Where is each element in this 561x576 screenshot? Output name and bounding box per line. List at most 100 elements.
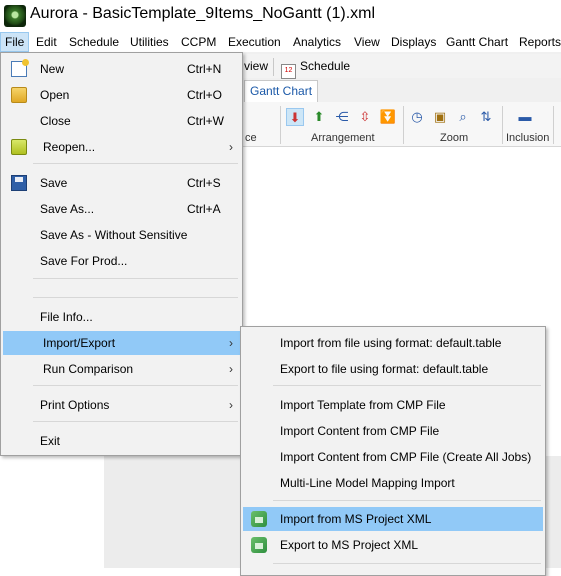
menu-item-label: File Info... xyxy=(40,310,93,324)
chevron-right-icon: › xyxy=(229,336,233,350)
file-menu-open[interactable]: Open Ctrl+O xyxy=(3,83,240,107)
group-label-inclusion: Inclusion xyxy=(506,132,550,144)
group-separator xyxy=(403,106,404,144)
group-label-ce: ce xyxy=(245,132,257,144)
file-menu-file-info[interactable]: File Info... xyxy=(3,305,240,329)
reopen-folder-icon xyxy=(11,139,27,155)
menu-item-label: Close xyxy=(40,114,71,128)
menu-item-shortcut: Ctrl+S xyxy=(187,176,221,190)
file-menu-print-options[interactable]: Print Options › xyxy=(3,393,240,417)
schedule-button[interactable]: 12 Schedule xyxy=(281,56,351,79)
menu-item-label: Save As - Without Sensitive xyxy=(40,228,188,242)
menu-item-label: Reopen... xyxy=(43,140,96,154)
tab-gantt-chart[interactable]: Gantt Chart xyxy=(244,80,319,102)
menu-gantt-chart[interactable]: Gantt Chart xyxy=(442,32,512,52)
menu-item-label: Export to MS Project XML xyxy=(280,538,419,552)
menu-item-label: Save xyxy=(40,176,68,190)
menu-view[interactable]: View xyxy=(350,32,384,52)
file-menu-new[interactable]: New Ctrl+N xyxy=(3,57,240,81)
file-menu-close[interactable]: Close Ctrl+W xyxy=(3,109,240,133)
menu-separator xyxy=(273,500,541,501)
menu-edit[interactable]: Edit xyxy=(32,32,61,52)
indent-tree-icon[interactable]: ⋲ xyxy=(333,108,351,126)
file-menu-save-for-prod[interactable]: Save For Prod... xyxy=(3,249,240,273)
menu-item-label: Import Content from CMP File (Create All… xyxy=(280,450,532,464)
menu-item-label: Import Template from CMP File xyxy=(280,398,446,412)
move-down-icon[interactable]: ⬇ xyxy=(286,108,304,126)
menu-schedule[interactable]: Schedule xyxy=(65,32,123,52)
menu-ccpm[interactable]: CCPM xyxy=(177,32,220,52)
window-title: Aurora - BasicTemplate_9Items_NoGantt (1… xyxy=(30,5,376,22)
schedule-label: Schedule xyxy=(300,59,351,73)
menu-item-label: Import Content from CMP File xyxy=(280,424,440,438)
file-menu-save-as-without-sensitive[interactable]: Save As - Without Sensitive xyxy=(3,223,240,247)
zoom-fit-icon[interactable]: ▣ xyxy=(431,108,449,126)
chevron-right-icon: › xyxy=(229,362,233,376)
menu-item-shortcut: Ctrl+W xyxy=(187,114,224,128)
submenu-export-default-table[interactable]: Export to file using format: default.tab… xyxy=(243,357,543,381)
group-separator xyxy=(553,106,554,144)
menu-displays[interactable]: Displays xyxy=(387,32,440,52)
menu-item-label: Open xyxy=(40,88,70,102)
import-export-submenu: Import from file using format: default.t… xyxy=(240,326,546,576)
toolbar-separator xyxy=(273,58,274,76)
open-folder-icon xyxy=(11,87,27,103)
move-up-icon[interactable]: ⬆ xyxy=(310,108,328,126)
menu-separator xyxy=(33,297,238,298)
zoom-search-icon[interactable]: ⌕ xyxy=(454,108,472,126)
file-menu-exit[interactable]: Exit xyxy=(3,429,240,453)
group-separator xyxy=(280,106,281,144)
menu-item-label: Export to file using format: default.tab… xyxy=(280,362,489,376)
zoom-filter-icon[interactable]: ⇅ xyxy=(477,108,495,126)
menu-bar: File Edit Schedule Utilities CCPM Execut… xyxy=(0,32,561,52)
aurora-app-icon xyxy=(4,5,26,27)
submenu-import-ms-project-xml[interactable]: Import from MS Project XML xyxy=(243,507,543,531)
menu-item-label: Print Options xyxy=(40,398,110,412)
submenu-import-content-cmp[interactable]: Import Content from CMP File xyxy=(243,419,543,443)
menu-item-label: Exit xyxy=(40,434,61,448)
submenu-import-content-cmp-all-jobs[interactable]: Import Content from CMP File (Create All… xyxy=(243,445,543,469)
menu-item-label: Import from file using format: default.t… xyxy=(280,336,502,350)
file-menu-run-comparison[interactable]: Run Comparison › xyxy=(3,357,240,381)
zoom-clock-icon[interactable]: ◷ xyxy=(408,108,426,126)
split-icon[interactable]: ⇳ xyxy=(356,108,374,126)
menu-separator xyxy=(33,385,238,386)
save-disk-icon xyxy=(11,175,27,191)
inclusion-icon[interactable]: ▬ xyxy=(516,108,534,126)
menu-item-label: Import from MS Project XML xyxy=(280,512,432,526)
submenu-import-default-table[interactable]: Import from file using format: default.t… xyxy=(243,331,543,355)
menu-item-label: Save As... xyxy=(40,202,95,216)
menu-item-label: Import/Export xyxy=(43,336,116,350)
menu-item-label: Run Comparison xyxy=(43,362,134,376)
view-button[interactable]: view xyxy=(244,56,268,76)
menu-reports[interactable]: Reports xyxy=(515,32,561,52)
submenu-multi-line-model-mapping[interactable]: Multi-Line Model Mapping Import xyxy=(243,471,543,495)
submenu-import-template-cmp[interactable]: Import Template from CMP File xyxy=(243,393,543,417)
file-menu-save[interactable]: Save Ctrl+S xyxy=(3,171,240,195)
menu-utilities[interactable]: Utilities xyxy=(126,32,173,52)
chevron-right-icon: › xyxy=(229,140,233,154)
menu-separator xyxy=(33,421,238,422)
menu-separator xyxy=(273,563,541,564)
file-menu-save-as[interactable]: Save As... Ctrl+A xyxy=(3,197,240,221)
file-menu-reopen[interactable]: Reopen... › xyxy=(3,135,240,159)
new-document-icon xyxy=(11,59,29,77)
group-label-zoom: Zoom xyxy=(440,132,469,144)
group-label-arrangement: Arrangement xyxy=(311,132,375,144)
menu-file[interactable]: File xyxy=(0,32,30,52)
chevron-right-icon: › xyxy=(229,398,233,412)
menu-execution[interactable]: Execution xyxy=(224,32,285,52)
file-menu: New Ctrl+N Open Ctrl+O Close Ctrl+W Reop… xyxy=(0,52,243,456)
menu-item-shortcut: Ctrl+N xyxy=(187,62,222,76)
menu-separator xyxy=(33,163,238,164)
menu-item-shortcut: Ctrl+O xyxy=(187,88,223,102)
menu-analytics[interactable]: Analytics xyxy=(289,32,345,52)
menu-item-label: Multi-Line Model Mapping Import xyxy=(280,476,455,490)
submenu-export-ms-project-xml[interactable]: Export to MS Project XML xyxy=(243,533,543,557)
collapse-all-icon[interactable]: ⏬ xyxy=(379,108,397,126)
menu-item-shortcut: Ctrl+A xyxy=(187,202,221,216)
ms-project-import-icon xyxy=(251,511,267,527)
menu-separator xyxy=(33,278,238,279)
group-separator xyxy=(502,106,503,144)
file-menu-import-export[interactable]: Import/Export › xyxy=(3,331,240,355)
